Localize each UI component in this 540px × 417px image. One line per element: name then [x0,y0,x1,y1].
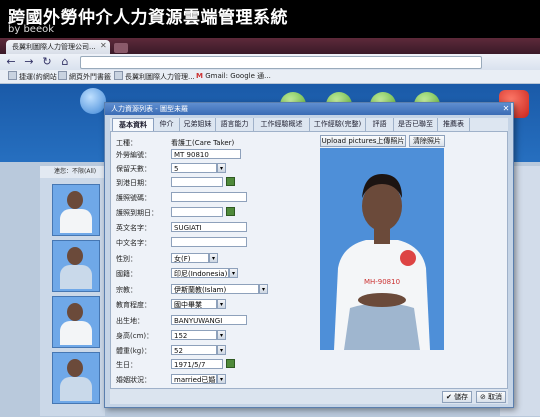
tab-language[interactable]: 語言能力 [216,118,254,131]
religion-label: 宗教： [116,286,137,294]
bookmark-item[interactable]: 捷運(約網站 [8,71,57,82]
passport-no-label: 護照號碼： [116,194,151,202]
worker-thumbnail[interactable] [52,184,100,236]
religion-select[interactable]: 伊斯蘭教(Islam) [171,284,259,294]
stepper-icon[interactable]: ▾ [217,163,226,173]
close-tab-icon[interactable]: ✕ [100,41,107,50]
forward-icon[interactable]: → [22,55,36,69]
reload-icon[interactable]: ↻ [40,55,54,69]
page-icon [8,71,17,80]
tab-comments[interactable]: 評語 [366,118,394,131]
info-icon[interactable] [80,88,106,114]
gender-label: 性別： [116,255,137,263]
tab-basic-info[interactable]: 基本資料 [112,118,154,131]
height-label: 身高(cm)： [116,332,154,340]
arrival-date-field[interactable] [171,177,223,187]
save-icon: ✔ [445,393,455,401]
cancel-icon: ⊘ [479,393,489,401]
tab-siblings[interactable]: 兄弟姐妹 [180,118,216,131]
worker-thumbnail[interactable] [52,352,100,404]
stepper-icon[interactable]: ▾ [217,345,226,355]
dialog-title: 人力資源列表 - 圖型未羅 [105,103,511,115]
upload-photo-button[interactable]: Upload pictures上傳照片 [320,135,406,147]
form-pane [110,131,508,389]
arrival-date-label: 到港日期： [116,179,151,187]
calendar-icon[interactable] [226,359,235,368]
page-icon [58,71,67,80]
chevron-down-icon[interactable]: ▾ [259,284,268,294]
chevron-down-icon[interactable]: ▾ [217,374,226,384]
filter-label[interactable]: 連您：不限(All) [40,166,105,178]
height-stepper[interactable]: 152 [171,330,217,340]
bookmark-item[interactable]: 長翼利圖際人力管理... [114,71,195,82]
home-icon[interactable]: ⌂ [58,55,72,69]
chevron-down-icon[interactable]: ▾ [209,253,218,263]
video-byline: by beeok [8,24,55,35]
education-select[interactable]: 國中畢業 [171,299,217,309]
page-icon [114,71,123,80]
gmail-icon: M [196,72,203,80]
tab-recommend[interactable]: 推薦表 [438,118,470,131]
bookmark-item[interactable]: M Gmail: Google 通... [196,71,271,81]
birthplace-field[interactable]: BANYUWANGI [171,315,247,325]
gender-select[interactable]: 女(F) [171,253,209,263]
nationality-select[interactable]: 印尼(Indonesia) [171,268,229,278]
birthplace-label: 出生地： [116,317,144,325]
tab-status[interactable]: 是否已聯至 [394,118,438,131]
marital-select[interactable]: married已婚 [171,374,217,384]
passport-expiry-field[interactable] [171,207,223,217]
nationality-label: 國籍： [116,270,137,278]
tab-work-full[interactable]: 工作經驗(完整) [310,118,366,131]
stepper-icon[interactable]: ▾ [217,330,226,340]
weight-stepper[interactable]: 52 [171,345,217,355]
tab-agent[interactable]: 仲介 [154,118,180,131]
worker-photo: MH-90810 [320,148,444,350]
save-button[interactable]: ✔ 儲存 [442,391,472,403]
worker-thumbnail[interactable] [52,240,100,292]
chinese-name-field[interactable] [171,237,247,247]
chevron-down-icon[interactable]: ▾ [229,268,238,278]
chinese-name-label: 中文名字： [116,239,151,247]
close-icon[interactable]: ✕ [501,104,511,114]
weight-label: 體重(kg)： [116,347,151,355]
browser-tab[interactable]: 長翼利圖際人力管理公司... [6,40,110,54]
address-bar[interactable] [80,56,482,69]
tab-work-summary[interactable]: 工作經驗概述 [254,118,310,131]
calendar-icon[interactable] [226,207,235,216]
passport-expiry-label: 護照到期日： [116,209,158,217]
education-label: 教育程度： [116,301,151,309]
english-name-label: 英文名字： [116,224,151,232]
chevron-down-icon[interactable]: ▾ [217,299,226,309]
hold-days-label: 保留天數： [116,165,151,173]
cancel-button[interactable]: ⊘ 取消 [476,391,506,403]
new-tab-button[interactable] [114,43,128,53]
english-name-field[interactable]: SUGIATI [171,222,247,232]
job-type-label: 工種： [116,139,137,147]
delete-photo-button[interactable]: 清除照片 [409,135,445,147]
passport-no-field[interactable] [171,192,247,202]
worker-no-label: 外勞編號： [116,151,151,159]
birthday-field[interactable]: 1971/5/7 [171,359,223,369]
bookmark-item[interactable]: 網頁外鬥書籤 [58,71,111,82]
back-icon[interactable]: ← [4,55,18,69]
marital-label: 婚姻狀況： [116,376,151,384]
worker-thumbnail[interactable] [52,296,100,348]
worker-no-field[interactable]: MT 90810 [171,149,241,159]
birthday-label: 生日： [116,361,137,369]
svg-text:MH-90810: MH-90810 [364,278,400,286]
hold-days-stepper[interactable]: 5 [171,163,217,173]
job-type-value: 看護工(Care Taker) [171,139,235,147]
calendar-icon[interactable] [226,177,235,186]
